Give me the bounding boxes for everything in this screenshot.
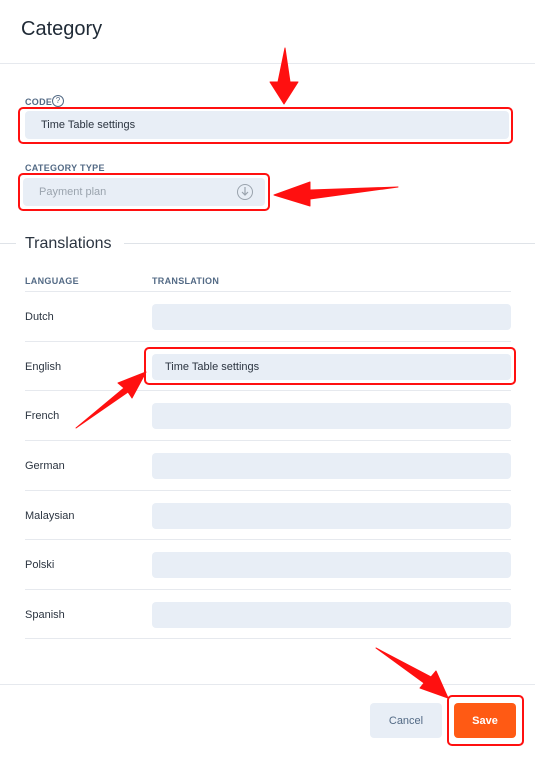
table-row: French	[25, 390, 511, 440]
translations-title: Translations	[25, 235, 124, 253]
table-row: German	[25, 440, 511, 490]
language-label: English	[25, 360, 62, 373]
category-type-select[interactable]: Payment plan	[23, 178, 265, 206]
table-row: Spanish	[25, 589, 511, 639]
table-divider	[25, 638, 511, 639]
code-input[interactable]: Time Table settings	[25, 111, 509, 139]
translation-input[interactable]: Time Table settings	[152, 353, 511, 380]
translation-input[interactable]	[152, 402, 511, 429]
column-header-language: LANGUAGE	[25, 276, 79, 286]
category-type-label: CATEGORY TYPE	[25, 163, 105, 173]
category-type-value: Payment plan	[39, 186, 107, 198]
table-row: English Time Table settings	[25, 341, 511, 391]
language-label: Polski	[25, 558, 55, 571]
language-label: Spanish	[25, 608, 65, 621]
translation-input[interactable]	[152, 502, 511, 529]
column-header-translation: TRANSLATION	[152, 276, 220, 286]
table-row: Dutch	[25, 291, 511, 341]
help-icon[interactable]: ?	[52, 95, 64, 107]
section-divider	[0, 243, 16, 244]
language-label: Malaysian	[25, 509, 75, 522]
section-divider	[123, 243, 535, 244]
language-label: French	[25, 409, 60, 422]
language-label: Dutch	[25, 310, 54, 323]
table-row: Malaysian	[25, 490, 511, 540]
dialog-header: Category	[0, 0, 535, 64]
page-title: Category	[21, 18, 103, 40]
language-label: German	[25, 459, 65, 472]
cancel-button[interactable]: Cancel	[370, 703, 442, 738]
chevron-down-circle-icon	[237, 184, 253, 200]
translation-input[interactable]	[152, 551, 511, 578]
translation-input[interactable]	[152, 452, 511, 479]
table-row: Polski	[25, 539, 511, 589]
code-label: CODE	[25, 97, 53, 107]
translation-input[interactable]	[152, 601, 511, 628]
translation-input[interactable]	[152, 303, 511, 330]
save-button[interactable]: Save	[454, 703, 516, 738]
footer-divider	[0, 684, 535, 685]
